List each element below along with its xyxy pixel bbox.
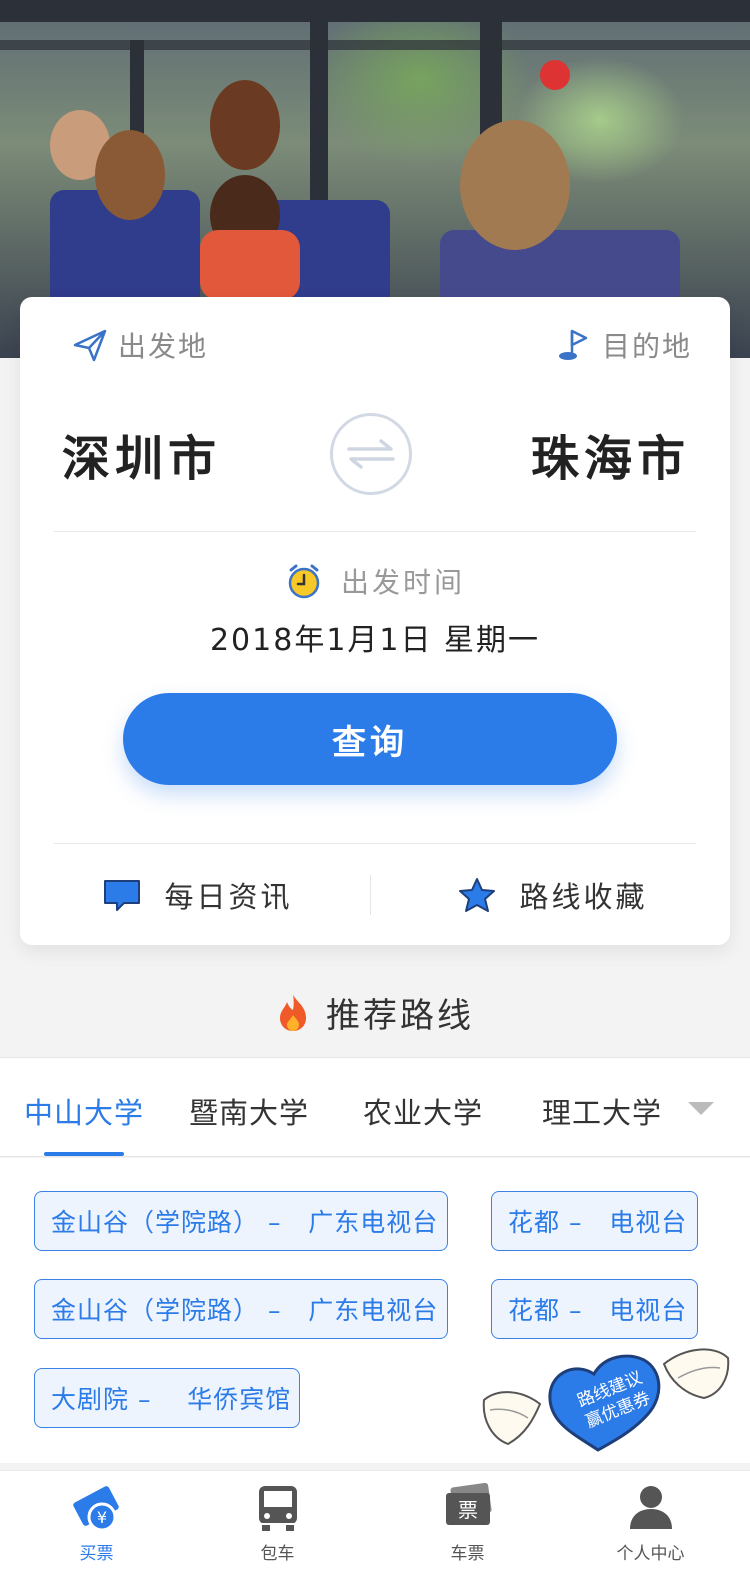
tab-technology-university[interactable]: 理工大学 [542,1090,662,1132]
svg-text:票: 票 [458,1498,478,1522]
departure-label: 出发地 [72,325,208,365]
flame-icon [280,994,306,1031]
tabbar-label: 个人中心 [616,1544,685,1564]
ticket-buy-icon: ¥ [72,1486,119,1532]
star-icon [459,878,496,912]
tab-jinan-university[interactable]: 暨南大学 [189,1090,309,1132]
route-chip[interactable]: 花都 – 电视台 [491,1279,698,1339]
tab-zhongshan-university[interactable]: 中山大学 [24,1090,144,1132]
swap-button[interactable] [330,413,412,495]
tabbar-charter-bus[interactable]: 包车 [184,1471,371,1590]
destination-city[interactable]: 珠海市 [531,419,690,489]
chevron-down-icon[interactable] [688,1102,714,1115]
departure-city[interactable]: 深圳市 [62,419,221,489]
person-icon [629,1486,672,1529]
tabbar-tickets[interactable]: 票 车票 [374,1471,561,1590]
tab-agricultural-university[interactable]: 农业大学 [363,1090,483,1132]
alarm-clock-icon [288,564,320,599]
paper-plane-icon [73,329,107,362]
route-favorites-link[interactable]: 路线收藏 [375,845,730,945]
tickets-icon: 票 [445,1483,492,1525]
chat-bubble-icon [104,880,141,911]
tabbar-label: 车票 [450,1544,485,1564]
search-card: 出发地 目的地 深圳市 珠海市 出发时间 2018年1月1日 星期一 查询 每日… [20,297,730,945]
tabbar-label: 包车 [260,1544,295,1564]
tabbar-personal-center[interactable]: 个人中心 [557,1471,744,1590]
route-chip[interactable]: 大剧院 – 华侨宾馆 [34,1368,300,1428]
recommended-routes-title: 推荐路线 [0,988,750,1037]
route-chip[interactable]: 花都 – 电视台 [491,1191,698,1251]
flag-icon [558,329,588,360]
divider [54,843,696,844]
route-chip[interactable]: 金山谷（学院路） – 广东电视台 [34,1279,448,1339]
divider [54,531,696,532]
departure-time-label[interactable]: 出发时间 [20,561,730,601]
daily-news-link[interactable]: 每日资讯 [20,845,375,945]
route-chip[interactable]: 金山谷（学院路） – 广东电视台 [34,1191,448,1251]
bus-icon [258,1486,297,1531]
active-tab-indicator [44,1152,124,1156]
tabbar-buy-ticket[interactable]: ¥ 买票 [3,1471,190,1590]
tabbar-label: 买票 [79,1544,114,1564]
bottom-tab-bar: ¥ 买票 包车 票 车票 个人中心 [0,1470,750,1590]
route-suggestion-promo-badge[interactable]: 路线建议 赢优惠券 [478,1338,734,1458]
svg-text:¥: ¥ [96,1508,106,1527]
destination-label: 目的地 [556,325,692,365]
departure-date[interactable]: 2018年1月1日 星期一 [20,615,730,659]
university-tabs: 中山大学 暨南大学 农业大学 理工大学 [0,1057,750,1157]
link-separator [370,875,371,915]
swap-arrows-icon [347,439,395,469]
query-button[interactable]: 查询 [123,693,617,785]
